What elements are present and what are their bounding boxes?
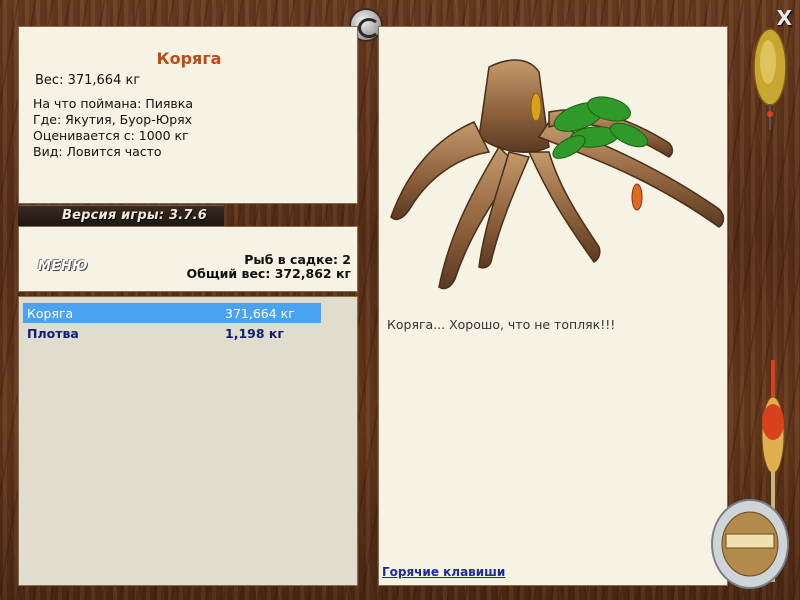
- valued-from: Оценивается с: 1000 кг: [33, 128, 189, 143]
- catch-list-panel: Коряга 371,664 кг Плотва 1,198 кг: [18, 296, 358, 586]
- driftwood-image: [390, 59, 725, 290]
- menu-button[interactable]: МЕНЮ: [38, 259, 88, 274]
- spoon-lure-icon: [753, 28, 787, 130]
- caught-on: На что поймана: Пиявка: [33, 96, 193, 111]
- fish-count: Рыб в садке: 2: [244, 252, 351, 267]
- fish-weight: Вес: 371,664 кг: [35, 73, 141, 88]
- list-item[interactable]: Коряга 371,664 кг: [23, 303, 321, 323]
- fish-info-panel: Коряга Вес: 371,664 кг На что поймана: П…: [18, 26, 358, 204]
- version-label: Версия игры: 3.7.6: [62, 208, 208, 223]
- version-banner: Версия игры: 3.7.6: [18, 205, 224, 226]
- list-item-weight: 371,664 кг: [225, 306, 295, 321]
- frequency: Вид: Ловится часто: [33, 144, 162, 159]
- list-item[interactable]: Плотва 1,198 кг: [23, 323, 321, 343]
- list-item-name: Коряга: [27, 306, 74, 321]
- catch-caption: Коряга... Хорошо, что не топляк!!!: [387, 317, 616, 332]
- list-item-name: Плотва: [27, 326, 79, 341]
- catch-list: Коряга 371,664 кг Плотва 1,198 кг: [23, 303, 321, 343]
- fish-name: Коряга: [156, 49, 222, 68]
- hotkeys-link[interactable]: Горячие клавиши: [382, 565, 505, 579]
- list-item-weight: 1,198 кг: [225, 326, 284, 341]
- location: Где: Якутия, Буор-Юрях: [33, 112, 193, 127]
- total-weight: Общий вес: 372,862 кг: [186, 266, 352, 281]
- catch-stats: Рыб в садке: 2 Общий вес: 372,862 кг: [187, 253, 352, 281]
- catch-display-panel: Коряга... Хорошо, что не топляк!!! Горяч…: [378, 26, 728, 586]
- line-spool-icon: [711, 499, 789, 589]
- fish-details: На что поймана: Пиявка Где: Якутия, Буор…: [33, 96, 193, 160]
